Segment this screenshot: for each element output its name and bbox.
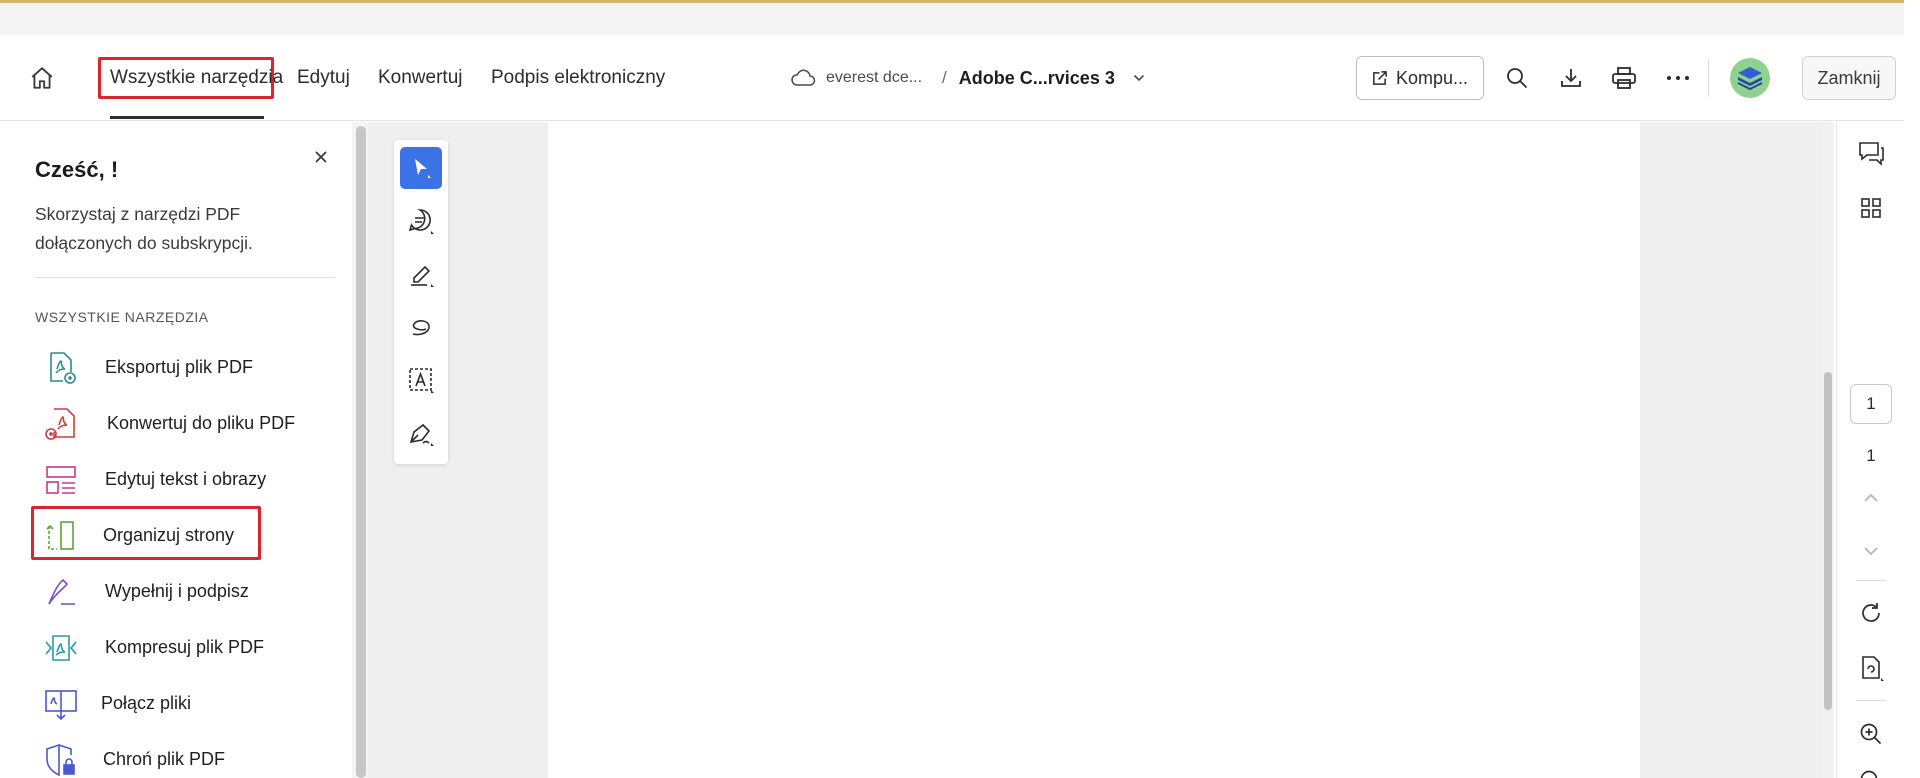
total-pages: 1	[1866, 446, 1876, 465]
thumbnails-button[interactable]	[1853, 190, 1889, 226]
download-button[interactable]	[1553, 60, 1589, 96]
rail-separator	[1856, 580, 1886, 581]
close-icon	[315, 151, 327, 163]
home-icon	[31, 67, 53, 89]
tool-label: Eksportuj plik PDF	[105, 357, 254, 377]
page-tools-button[interactable]	[1853, 650, 1889, 686]
document-title[interactable]: Adobe C...rvices 3	[959, 68, 1115, 89]
draw-tool-button[interactable]	[400, 306, 442, 348]
zoom-out-icon	[1860, 770, 1878, 778]
print-button[interactable]	[1606, 60, 1642, 96]
layers-icon	[1737, 67, 1763, 91]
window-edge	[1904, 0, 1920, 778]
compress-pdf-icon	[45, 635, 77, 661]
page-rotate-icon	[1862, 656, 1884, 681]
convert-to-pdf-icon	[45, 408, 75, 440]
external-link-icon	[1371, 70, 1388, 87]
tool-label: Organizuj strony	[103, 525, 235, 545]
search-icon	[1507, 68, 1528, 89]
rotate-button[interactable]	[1853, 596, 1889, 632]
close-document-button[interactable]: Zamknij	[1802, 56, 1896, 100]
tool-protect-pdf[interactable]: Chroń plik PDF	[35, 735, 335, 778]
tab-all-tools[interactable]: Wszystkie narzędzia	[110, 35, 283, 121]
tool-export-pdf[interactable]: Eksportuj plik PDF	[35, 343, 335, 393]
text-box-tool-button[interactable]	[400, 359, 442, 401]
tool-compress-pdf[interactable]: Kompresuj plik PDF	[35, 623, 335, 673]
highlighter-icon	[411, 265, 434, 287]
chevron-down-icon	[1864, 547, 1878, 556]
tab-convert[interactable]: Konwertuj	[378, 35, 463, 121]
highlight-tool-button[interactable]	[400, 253, 442, 295]
tab-active-indicator	[110, 116, 264, 119]
tool-label: Edytuj tekst i obrazy	[105, 469, 267, 489]
fill-and-sign-icon	[48, 578, 75, 605]
organize-pages-icon	[46, 521, 74, 550]
export-pdf-icon	[50, 352, 76, 384]
breadcrumb-folder[interactable]: everest dce...	[826, 69, 922, 87]
comment-icon	[408, 209, 434, 234]
comments-panel-button[interactable]	[1853, 135, 1889, 171]
breadcrumb: everest dce... / Adobe C...rvices 3	[790, 35, 1145, 121]
protect-pdf-icon	[46, 743, 75, 777]
avatar[interactable]	[1730, 58, 1770, 98]
tool-combine-files[interactable]: Połącz pliki	[35, 679, 335, 729]
text-box-icon	[409, 368, 434, 393]
zoom-out-button[interactable]	[1853, 768, 1889, 778]
cloud-icon	[790, 68, 816, 88]
search-button[interactable]	[1499, 60, 1535, 96]
tab-edit[interactable]: Edytuj	[297, 35, 350, 121]
zoom-in-button[interactable]	[1853, 716, 1889, 752]
tool-edit-text-images[interactable]: Edytuj tekst i obrazy	[35, 455, 335, 505]
zoom-in-icon	[1860, 723, 1882, 745]
tool-label: Kompresuj plik PDF	[105, 637, 265, 657]
section-label: WSZYSTKIE NARZĘDZIA	[35, 309, 209, 325]
cursor-icon	[415, 159, 431, 178]
chevron-up-icon	[1864, 493, 1878, 502]
next-page-button[interactable]	[1856, 537, 1886, 565]
printer-icon	[1612, 67, 1636, 89]
download-icon	[1561, 69, 1581, 87]
edit-text-images-icon	[46, 466, 76, 494]
panel-divider	[35, 277, 335, 278]
tool-fill-and-sign[interactable]: Wypełnij i podpisz	[35, 567, 335, 617]
greeting-subtitle: Skorzystaj z narzędzi PDF dołączonych do…	[35, 204, 253, 253]
combine-files-icon	[45, 690, 77, 721]
home-button[interactable]	[24, 60, 60, 96]
pen-sign-icon	[409, 423, 434, 446]
pdf-page[interactable]	[548, 122, 1640, 778]
current-page-input[interactable]: 1	[1850, 384, 1892, 424]
more-options-button[interactable]	[1660, 60, 1696, 96]
tools-panel-scroll-thumb[interactable]	[356, 126, 366, 778]
grid-icon	[1861, 198, 1881, 218]
chevron-down-icon[interactable]	[1133, 74, 1145, 82]
tool-label: Konwertuj do pliku PDF	[107, 413, 296, 433]
comments-icon	[1859, 142, 1884, 166]
tool-label: Wypełnij i podpisz	[105, 581, 249, 601]
open-in-desktop-button[interactable]: Kompu...	[1356, 56, 1484, 100]
sign-tool-button[interactable]	[400, 412, 442, 454]
quick-tools-toolbar	[394, 140, 448, 464]
document-scroll-thumb[interactable]	[1824, 372, 1832, 710]
tool-label: Połącz pliki	[101, 693, 192, 713]
app-header: Wszystkie narzędzia Edytuj Konwertuj Pod…	[0, 35, 1904, 121]
previous-page-button[interactable]	[1856, 484, 1886, 512]
freehand-icon	[412, 320, 430, 336]
select-tool-button[interactable]	[400, 147, 442, 189]
open-in-desktop-label: Kompu...	[1396, 67, 1469, 88]
tool-convert-to-pdf[interactable]: Konwertuj do pliku PDF	[35, 399, 335, 449]
tool-label: Chroń plik PDF	[103, 749, 226, 769]
greeting-title: Cześć, !	[35, 157, 119, 182]
comment-tool-button[interactable]	[400, 200, 442, 242]
header-divider	[1708, 59, 1709, 97]
tool-organize-pages[interactable]: Organizuj strony	[35, 511, 335, 561]
rotate-icon	[1862, 603, 1880, 622]
rail-separator	[1856, 700, 1886, 701]
browser-top-strip	[0, 0, 1904, 35]
ellipsis-icon	[1667, 76, 1689, 80]
tab-e-signature[interactable]: Podpis elektroniczny	[491, 35, 665, 121]
close-panel-button[interactable]	[306, 142, 336, 172]
breadcrumb-separator: /	[942, 68, 947, 87]
